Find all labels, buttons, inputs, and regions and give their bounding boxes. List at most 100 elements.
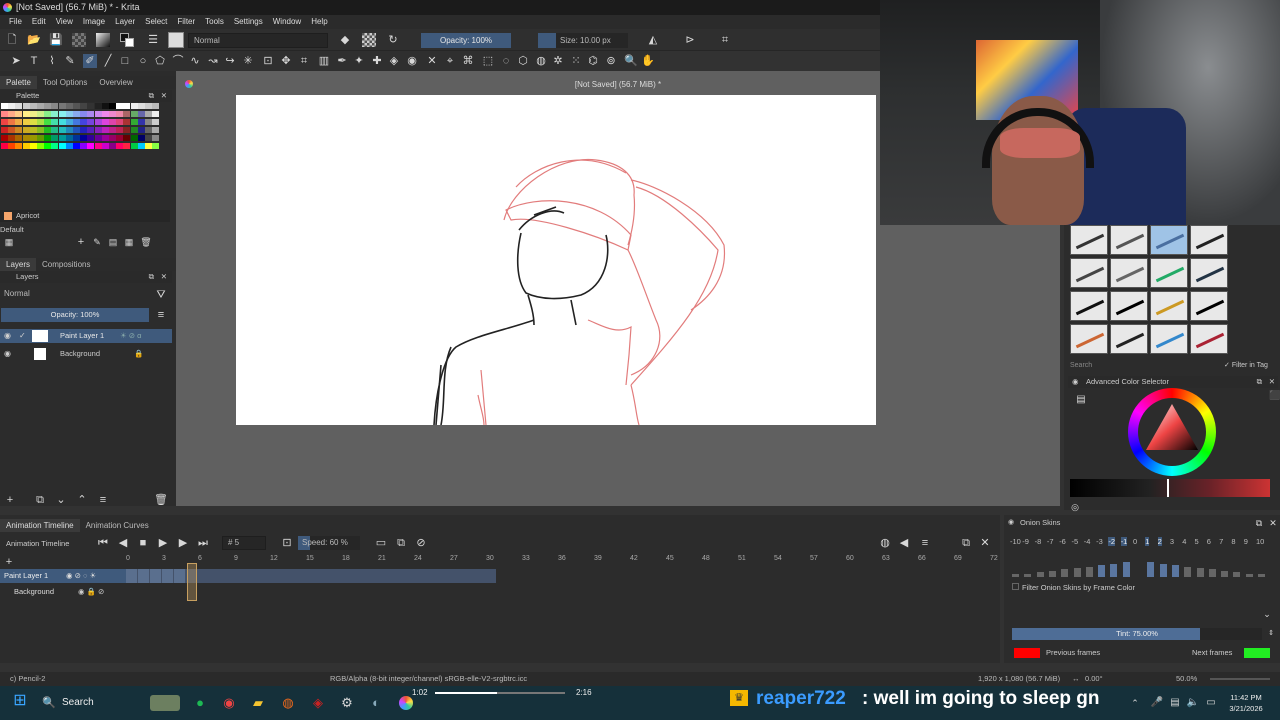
onion-opacity-bar[interactable] — [1024, 573, 1032, 577]
contiguous-selection-icon[interactable]: ✲ — [551, 54, 565, 68]
freehand-selection-icon[interactable]: ◍ — [534, 54, 548, 68]
add-swatch-icon[interactable]: + — [74, 235, 88, 249]
smart-patch-tool-icon[interactable]: ✚ — [370, 54, 384, 68]
palette-swatch[interactable] — [51, 135, 59, 141]
palette-swatch[interactable] — [51, 119, 59, 125]
palette-swatch[interactable] — [44, 111, 52, 117]
palette-swatch[interactable] — [29, 127, 37, 133]
palette-swatch[interactable] — [145, 127, 152, 133]
palette-swatch[interactable] — [145, 103, 152, 109]
tab-layers[interactable]: Layers — [0, 258, 37, 271]
text-tool-icon[interactable]: T — [27, 54, 41, 68]
palette-swatch[interactable] — [109, 135, 116, 141]
palette-swatch[interactable] — [101, 127, 109, 133]
palette-swatch[interactable] — [15, 143, 23, 149]
palette-swatch[interactable] — [130, 143, 138, 149]
palette-swatch[interactable] — [65, 127, 73, 133]
palette-swatch[interactable] — [1, 119, 8, 125]
onion-opacity-bar[interactable] — [1012, 574, 1019, 577]
palette-swatch[interactable] — [87, 127, 95, 133]
select-shapes-tool-icon[interactable]: ➤ — [9, 54, 23, 68]
palette-swatch[interactable] — [51, 127, 59, 133]
palette-swatch[interactable] — [73, 119, 80, 125]
palette-table-icon[interactable]: ▦ — [122, 235, 136, 249]
palette-swatch[interactable] — [137, 135, 145, 141]
opacity-slider[interactable]: Opacity: 100% — [421, 33, 511, 48]
palette-swatch[interactable] — [58, 135, 66, 141]
palette-swatch[interactable] — [8, 127, 16, 133]
onion-opacity-bar[interactable] — [1073, 568, 1081, 577]
brush-preset[interactable] — [1110, 258, 1148, 288]
palette-swatch[interactable] — [101, 111, 109, 117]
brush-preset[interactable] — [1150, 324, 1188, 354]
media-progress-bar[interactable] — [435, 692, 565, 694]
onion-frame-number[interactable]: -1 — [1120, 537, 1128, 546]
firefox-icon[interactable]: ◍ — [281, 696, 295, 710]
palette-swatch[interactable] — [15, 135, 23, 141]
palette-swatch[interactable] — [87, 103, 95, 109]
palette-swatch[interactable] — [145, 143, 152, 149]
onion-opacity-bar[interactable] — [1085, 566, 1093, 577]
brush-preset[interactable] — [1150, 225, 1188, 255]
calligraphy-tool-icon[interactable]: ✎ — [63, 54, 77, 68]
palette-swatch[interactable] — [145, 119, 152, 125]
frame-ruler[interactable]: 0 3 6 9 12 15 18 21 24 27 30 33 36 39 42 45 48 51 54 57 60 63… — [126, 555, 1000, 565]
widgets-icon[interactable] — [150, 695, 180, 711]
palette-swatch[interactable] — [80, 103, 88, 109]
shade-selector-bar[interactable] — [1070, 479, 1270, 497]
document-tab-icon[interactable] — [185, 80, 193, 88]
brush-preset[interactable] — [1070, 324, 1108, 354]
tab-compositions[interactable]: Compositions — [36, 258, 96, 271]
palette-swatch[interactable] — [22, 111, 30, 117]
stop-icon[interactable]: ■ — [136, 536, 150, 550]
palette-swatch[interactable] — [8, 135, 16, 141]
drawing-canvas[interactable] — [236, 95, 876, 426]
palette-swatch[interactable] — [116, 119, 124, 125]
status-color-model[interactable]: RGB/Alpha (8-bit integer/channel) sRGB-e… — [330, 672, 527, 686]
onion-frame-number[interactable]: 5 — [1195, 537, 1199, 546]
palette-swatch[interactable] — [116, 127, 124, 133]
color-settings-icon[interactable]: ▤ — [1074, 393, 1088, 407]
palette-swatch[interactable] — [87, 135, 95, 141]
onion-opacity-bar[interactable] — [1098, 565, 1106, 577]
float-docker-icon[interactable]: ⧉ — [149, 90, 154, 102]
palette-swatch[interactable] — [44, 135, 52, 141]
palette-swatch[interactable] — [37, 119, 44, 125]
palette-swatch[interactable] — [152, 119, 160, 125]
palette-swatch[interactable] — [37, 127, 44, 133]
onion-frame-number[interactable]: -4 — [1084, 537, 1091, 546]
taskbar-search-label[interactable]: Search — [62, 697, 94, 708]
filter-in-tag-checkbox[interactable]: ✓ Filter in Tag — [1224, 360, 1268, 371]
layer-menu-icon[interactable]: ≡ — [154, 308, 168, 322]
palette-swatch[interactable] — [87, 119, 95, 125]
palette-swatch[interactable] — [22, 143, 30, 149]
onion-opacity-bar[interactable] — [1233, 572, 1241, 577]
freehand-brush-tool-icon[interactable]: ✐ — [83, 54, 97, 68]
onion-frame-number[interactable]: 3 — [1170, 537, 1174, 546]
move-layer-up-icon[interactable]: ⌃ — [75, 493, 89, 507]
lock-icon[interactable]: 🔒 — [134, 347, 143, 361]
palette-swatch[interactable] — [15, 111, 23, 117]
palette-swatch-grid[interactable] — [1, 103, 161, 151]
onion-frame-number[interactable]: -8 — [1035, 537, 1042, 546]
palette-swatch[interactable] — [145, 111, 152, 117]
pan-tool-icon[interactable]: ✋ — [641, 54, 655, 68]
onion-frame-number[interactable]: 2 — [1157, 537, 1162, 546]
palette-swatch[interactable] — [101, 143, 109, 149]
palette-swatch[interactable] — [51, 103, 59, 109]
brush-settings-icon[interactable]: ☰ — [146, 33, 160, 47]
move-layer-down-icon[interactable]: ⌄ — [54, 493, 68, 507]
add-layer-icon[interactable]: + — [3, 493, 17, 507]
windows-start-icon[interactable]: ⊞ — [10, 693, 30, 714]
palette-swatch[interactable] — [37, 103, 44, 109]
palette-swatch[interactable] — [1, 143, 8, 149]
search-icon[interactable]: 🔍 — [42, 696, 56, 710]
elliptical-selection-icon[interactable]: ◌ — [499, 54, 513, 68]
palette-swatch[interactable] — [29, 111, 37, 117]
float-onion-icon[interactable]: ⧉ — [1252, 516, 1266, 530]
palette-swatch[interactable] — [123, 127, 131, 133]
palette-swatch[interactable] — [80, 135, 88, 141]
palette-swatch[interactable] — [152, 103, 160, 109]
onion-opacity-bar[interactable] — [1159, 563, 1167, 577]
brush-preset[interactable] — [1190, 291, 1228, 321]
